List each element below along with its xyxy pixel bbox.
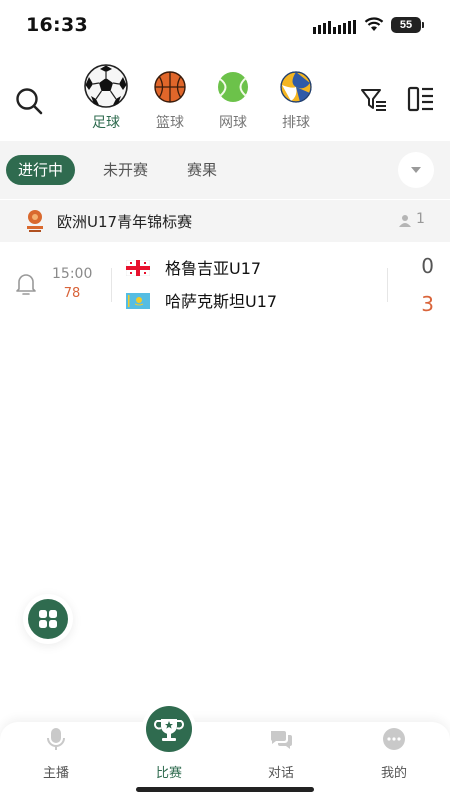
sport-tab-label: 篮球 (156, 115, 184, 131)
grid-icon (39, 610, 57, 628)
match-row[interactable]: 15:00 78 格鲁吉亚U17 哈萨克斯坦U17 0 3 (0, 242, 450, 328)
home-indicator (136, 787, 314, 792)
nav-label: 比赛 (155, 766, 182, 781)
volleyball-icon (280, 71, 312, 103)
sport-tab-tennis[interactable]: 网球 (203, 65, 263, 132)
status-bar: 16:33 55 (0, 0, 450, 54)
home-score: 0 (421, 254, 434, 278)
tennis-ball-icon (218, 72, 248, 102)
away-team-name: 哈萨克斯坦U17 (165, 292, 278, 311)
quick-menu-button[interactable] (28, 599, 68, 639)
microphone-icon (47, 728, 65, 750)
layout-toggle-icon[interactable] (407, 85, 435, 113)
battery-indicator: 55 (391, 17, 424, 33)
tab-upcoming[interactable]: 未开赛 (91, 155, 160, 185)
tab-live[interactable]: 进行中 (6, 155, 76, 185)
cellular-signal-icon (313, 20, 356, 34)
tab-results[interactable]: 赛果 (175, 155, 229, 185)
person-icon (399, 215, 411, 227)
league-logo-icon (27, 210, 43, 232)
basketball-icon (154, 71, 186, 103)
sport-tab-label: 足球 (92, 115, 120, 131)
nav-label: 我的 (380, 766, 407, 781)
divider (111, 268, 112, 302)
kazakhstan-flag-icon (126, 293, 150, 309)
clock: 16:33 (26, 14, 88, 36)
match-status-tabs: 进行中 未开赛 赛果 (0, 141, 450, 199)
expand-dropdown-button[interactable] (398, 152, 434, 188)
away-score: 3 (421, 292, 434, 316)
match-start-time: 15:00 (52, 266, 93, 282)
filter-icon[interactable] (360, 86, 388, 114)
sport-tab-basketball[interactable]: 篮球 (140, 65, 200, 132)
sport-tab-volleyball[interactable]: 排球 (266, 65, 326, 132)
search-icon[interactable] (14, 86, 44, 116)
trophy-icon (154, 719, 184, 741)
sport-tab-label: 网球 (219, 115, 247, 131)
sport-tab-football[interactable]: 足球 (76, 64, 136, 132)
profile-dots-icon (383, 728, 405, 750)
georgia-flag-icon (126, 260, 150, 276)
league-name: 欧洲U17青年锦标赛 (57, 213, 193, 231)
sport-header: 足球 篮球 网球 排球 (0, 60, 450, 140)
bell-icon[interactable] (15, 272, 37, 296)
wifi-icon (364, 17, 384, 31)
divider (387, 268, 388, 302)
nav-label: 对话 (267, 766, 294, 781)
soccer-ball-icon (84, 64, 128, 108)
nav-label: 主播 (42, 766, 69, 781)
match-live-minute: 78 (63, 286, 81, 301)
home-team-name: 格鲁吉亚U17 (165, 259, 262, 278)
matches-center-button[interactable] (146, 706, 192, 752)
sport-tab-label: 排球 (282, 115, 310, 131)
follower-count: 1 (416, 211, 425, 227)
chat-bubbles-icon (270, 731, 292, 749)
league-header[interactable]: 欧洲U17青年锦标赛 1 (0, 200, 450, 242)
